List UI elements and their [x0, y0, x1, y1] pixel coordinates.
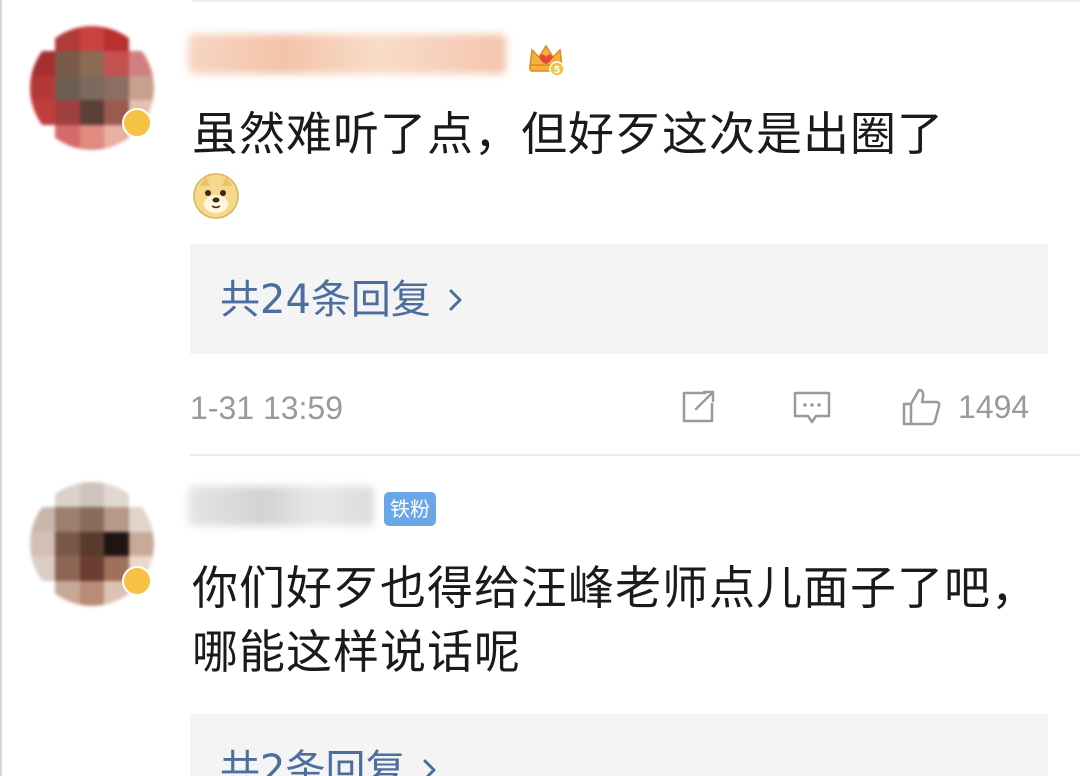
vip-badge [122, 566, 152, 596]
username-redacted[interactable] [188, 486, 374, 526]
chevron-right-icon [449, 289, 462, 311]
replies-label: 共24条回复 [220, 277, 431, 323]
crown-icon: 5 [529, 44, 565, 77]
username-redacted[interactable] [188, 34, 506, 74]
replies-link[interactable]: 共24条回复 [220, 272, 467, 328]
svg-text:5: 5 [554, 65, 561, 76]
timestamp: 1-31 13:59 [190, 390, 344, 426]
chevron-right-icon [423, 759, 436, 776]
comment-list: 5 虽然难听了点，但好歹这次是出圈了 共24条回复 1-31 13:59 149… [0, 0, 1080, 776]
doge-icon [193, 173, 239, 219]
share-button[interactable] [676, 384, 720, 430]
share-icon [682, 390, 715, 423]
replies-label: 共2条回复 [220, 747, 406, 776]
thumbs-up-icon [902, 388, 941, 426]
like-button[interactable]: 1494 [900, 384, 1029, 430]
comment-item: 5 虽然难听了点，但好歹这次是出圈了 共24条回复 1-31 13:59 149… [2, 0, 1080, 456]
comment-item: 铁粉 你们好歹也得给汪峰老师点儿面子了吧，哪能这样说话呢 共2条回复 [2, 456, 1080, 776]
replies-link[interactable]: 共2条回复 [220, 742, 441, 776]
comment-text: 你们好歹也得给汪峰老师点儿面子了吧，哪能这样说话呢 [192, 561, 1038, 679]
fan-badge: 铁粉 [384, 492, 436, 526]
like-count: 1494 [958, 388, 1030, 425]
replies-box[interactable]: 共24条回复 [190, 244, 1048, 354]
comment-text: 虽然难听了点，但好歹这次是出圈了 [192, 107, 944, 161]
comment-icon [793, 391, 831, 424]
vip-badge [122, 108, 152, 138]
reply-button[interactable] [790, 384, 834, 430]
replies-box[interactable]: 共2条回复 [190, 714, 1048, 776]
comment-actions: 1-31 13:59 1494 [190, 384, 1048, 430]
